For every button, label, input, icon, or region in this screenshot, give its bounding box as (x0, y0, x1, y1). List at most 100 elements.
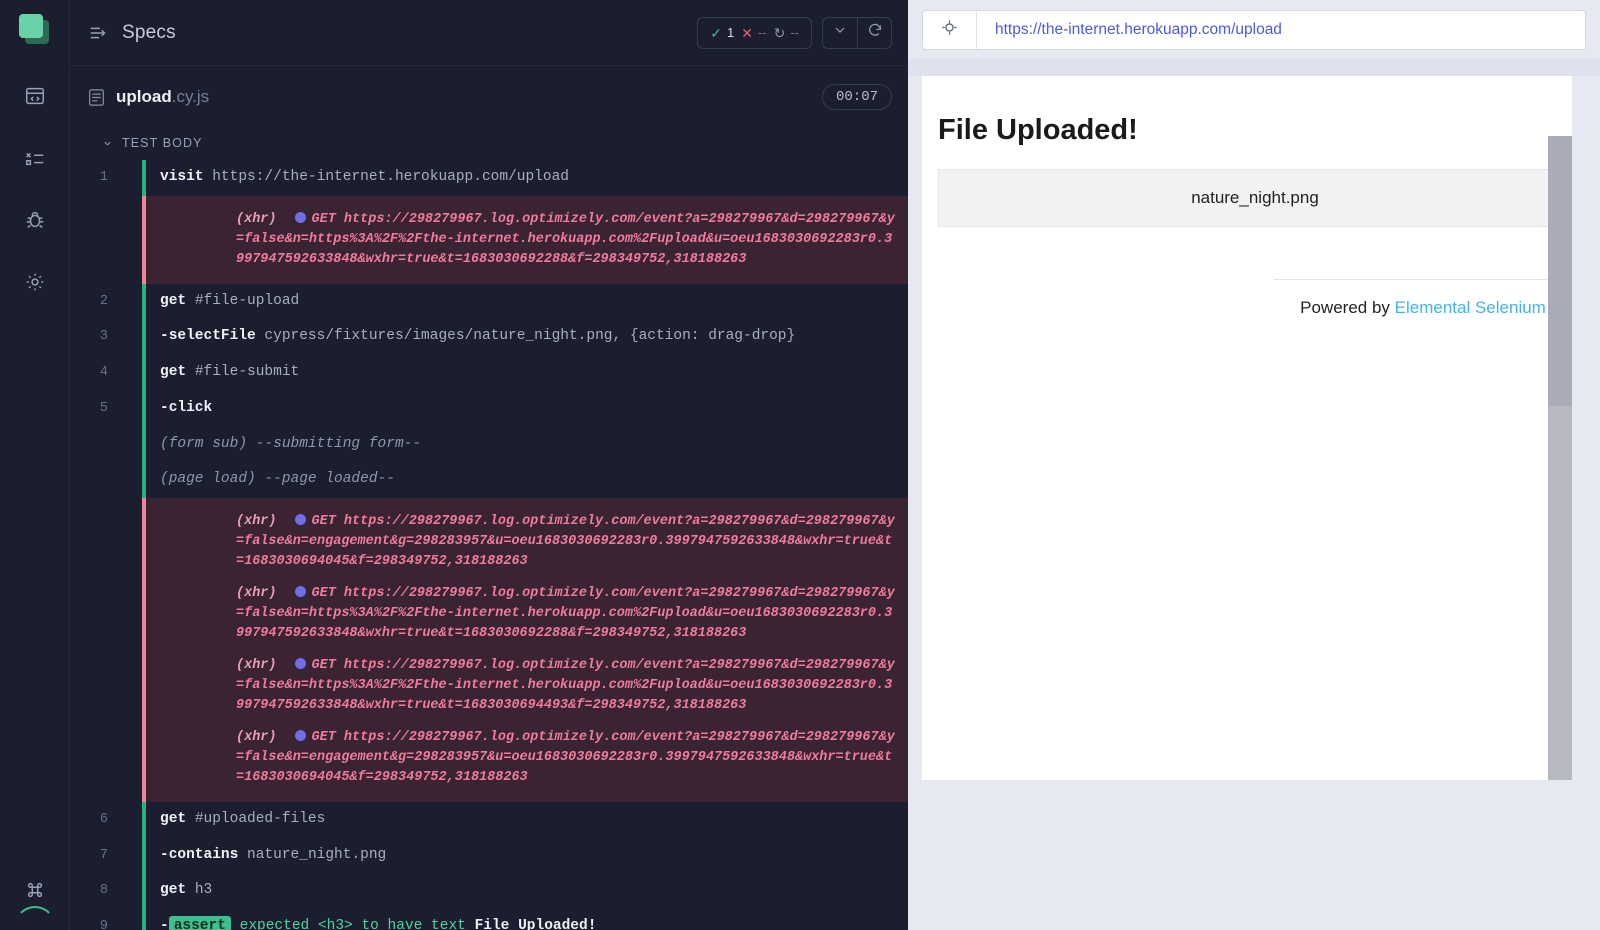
code-window-icon (24, 85, 46, 112)
xhr-url: GET https://298279967.log.optimizely.com… (236, 730, 895, 785)
xhr-tag: (xhr) (236, 212, 277, 227)
command-number: 3 (70, 326, 124, 347)
command-arg: cypress/fixtures/images/nature_night.png… (264, 328, 795, 344)
runner-dropdown-button[interactable] (823, 18, 857, 48)
pending-icon: ↻ (774, 26, 786, 40)
xhr-url: GET https://298279967.log.optimizely.com… (236, 586, 895, 641)
logo-front-square (19, 14, 43, 38)
uploaded-files-box: nature_night.png (938, 169, 1572, 227)
info-label: (page load) (160, 471, 256, 487)
xhr-tag: (xhr) (236, 730, 277, 745)
command-row[interactable]: 2get #file-upload (70, 284, 908, 320)
info-label: (form sub) (160, 436, 247, 452)
assert-row[interactable]: 9-assert expected <h3> to have text File… (70, 909, 908, 930)
xhr-body: (xhr)GET https://298279967.log.optimizel… (200, 728, 896, 788)
sidebar-item-settings[interactable] (13, 262, 57, 306)
runner-panel: Specs ✓ 1 ✕ -- ↻ -- (70, 0, 908, 930)
cypress-test-runner: Specs ✓ 1 ✕ -- ↻ -- (0, 0, 1600, 930)
spec-name-ext: .cy.js (172, 87, 209, 106)
sidebar-item-specs[interactable] (13, 76, 57, 120)
url-bar[interactable]: https://the-internet.herokuapp.com/uploa… (922, 10, 1586, 50)
stat-failed: ✕ -- (741, 25, 766, 40)
aut-scrollbar-thumb[interactable] (1548, 136, 1572, 406)
command-row[interactable]: 5-click (70, 391, 908, 427)
test-body-label: TEST BODY (122, 136, 203, 150)
xhr-body: (xhr)GET https://298279967.log.optimizel… (200, 210, 896, 270)
xhr-row[interactable]: (xhr)GET https://298279967.log.optimizel… (146, 650, 908, 722)
command-number: 9 (70, 916, 124, 930)
rerun-button[interactable] (857, 18, 891, 48)
command-name: visit (160, 169, 204, 185)
test-body-header[interactable]: TEST BODY (70, 128, 908, 160)
application-under-test[interactable]: File Uploaded! nature_night.png Powered … (922, 76, 1572, 780)
command-number (70, 434, 124, 435)
command-name: get (160, 811, 186, 827)
command-row[interactable]: 4get #file-submit (70, 355, 908, 391)
info-row: (form sub) --submitting form-- (70, 427, 908, 463)
url-text: https://the-internet.herokuapp.com/uploa… (977, 21, 1282, 39)
stat-failed-value: -- (758, 25, 767, 40)
command-row[interactable]: 3-selectFile cypress/fixtures/images/nat… (70, 319, 908, 355)
command-number: 2 (70, 291, 124, 312)
command-arg: h3 (195, 882, 212, 898)
command-number: 7 (70, 845, 124, 866)
command-number: 5 (70, 398, 124, 419)
info-row: (page load) --page loaded-- (70, 462, 908, 498)
url-bar-wrap: https://the-internet.herokuapp.com/uploa… (908, 0, 1600, 58)
command-row[interactable]: 8get h3 (70, 873, 908, 909)
xhr-globe-icon (295, 212, 306, 223)
xhr-globe-icon (295, 586, 306, 597)
command-number: 8 (70, 880, 124, 901)
command-arg: https://the-internet.herokuapp.com/uploa… (212, 169, 569, 185)
aut-footer: Powered by Elemental Selenium (1274, 279, 1572, 318)
command-name: contains (169, 847, 239, 863)
command-text: get #file-upload (124, 291, 898, 313)
xhr-body: (xhr)GET https://298279967.log.optimizel… (200, 512, 896, 572)
command-dash: - (160, 328, 169, 344)
cypress-logo[interactable] (19, 14, 51, 46)
command-arg: nature_night.png (247, 847, 386, 863)
chevron-down-icon (832, 22, 848, 43)
info-text: (form sub) --submitting form-- (124, 434, 898, 456)
command-name: selectFile (169, 328, 256, 344)
command-number: 4 (70, 362, 124, 383)
xhr-row[interactable]: (xhr)GET https://298279967.log.optimizel… (146, 578, 908, 650)
sidebar-item-runs[interactable] (13, 138, 57, 182)
xhr-globe-icon (295, 730, 306, 741)
uploaded-file-name: nature_night.png (1191, 188, 1319, 208)
info-text: (page load) --page loaded-- (124, 469, 898, 491)
check-icon: ✓ (710, 26, 722, 40)
app-preview-panel: https://the-internet.herokuapp.com/uploa… (908, 0, 1600, 930)
xhr-row[interactable]: (xhr)GET https://298279967.log.optimizel… (146, 722, 908, 794)
left-icon-rail (0, 0, 70, 930)
command-row[interactable]: 1visit https://the-internet.herokuapp.co… (70, 160, 908, 196)
command-text: get h3 (124, 880, 898, 902)
command-text: get #uploaded-files (124, 809, 898, 831)
spec-file-row[interactable]: upload.cy.js 00:07 (70, 66, 908, 128)
command-entries: 1visit https://the-internet.herokuapp.co… (70, 160, 908, 930)
command-name: get (160, 364, 186, 380)
stat-pending: ↻ -- (774, 25, 799, 40)
xhr-url: GET https://298279967.log.optimizely.com… (236, 212, 895, 267)
assert-text-wrap: -assert expected <h3> to have text File … (124, 916, 898, 930)
test-timer: 00:07 (822, 84, 892, 110)
aut-scrollbar[interactable] (1548, 136, 1572, 780)
xhr-group: (xhr)GET https://298279967.log.optimizel… (142, 196, 908, 284)
xhr-row[interactable]: (xhr)GET https://298279967.log.optimizel… (146, 506, 908, 578)
elemental-selenium-link[interactable]: Elemental Selenium (1395, 298, 1546, 317)
command-text: -click (124, 398, 898, 420)
test-results-icon (24, 147, 46, 174)
sidebar-item-debug[interactable] (13, 200, 57, 244)
footer-prefix: Powered by (1300, 298, 1395, 317)
xhr-row[interactable]: (xhr)GET https://298279967.log.optimizel… (146, 204, 908, 276)
command-row[interactable]: 6get #uploaded-files (70, 802, 908, 838)
xhr-tag: (xhr) (236, 658, 277, 673)
command-log-scroll[interactable]: TEST BODY 1visit https://the-internet.he… (70, 128, 908, 930)
command-text: -selectFile cypress/fixtures/images/natu… (124, 326, 898, 348)
xhr-body: (xhr)GET https://298279967.log.optimizel… (200, 656, 896, 716)
selector-playground-button[interactable] (923, 11, 977, 49)
reload-icon (867, 22, 883, 43)
command-row[interactable]: 7-contains nature_night.png (70, 838, 908, 874)
command-text: get #file-submit (124, 362, 898, 384)
selector-playground-icon (940, 18, 959, 42)
